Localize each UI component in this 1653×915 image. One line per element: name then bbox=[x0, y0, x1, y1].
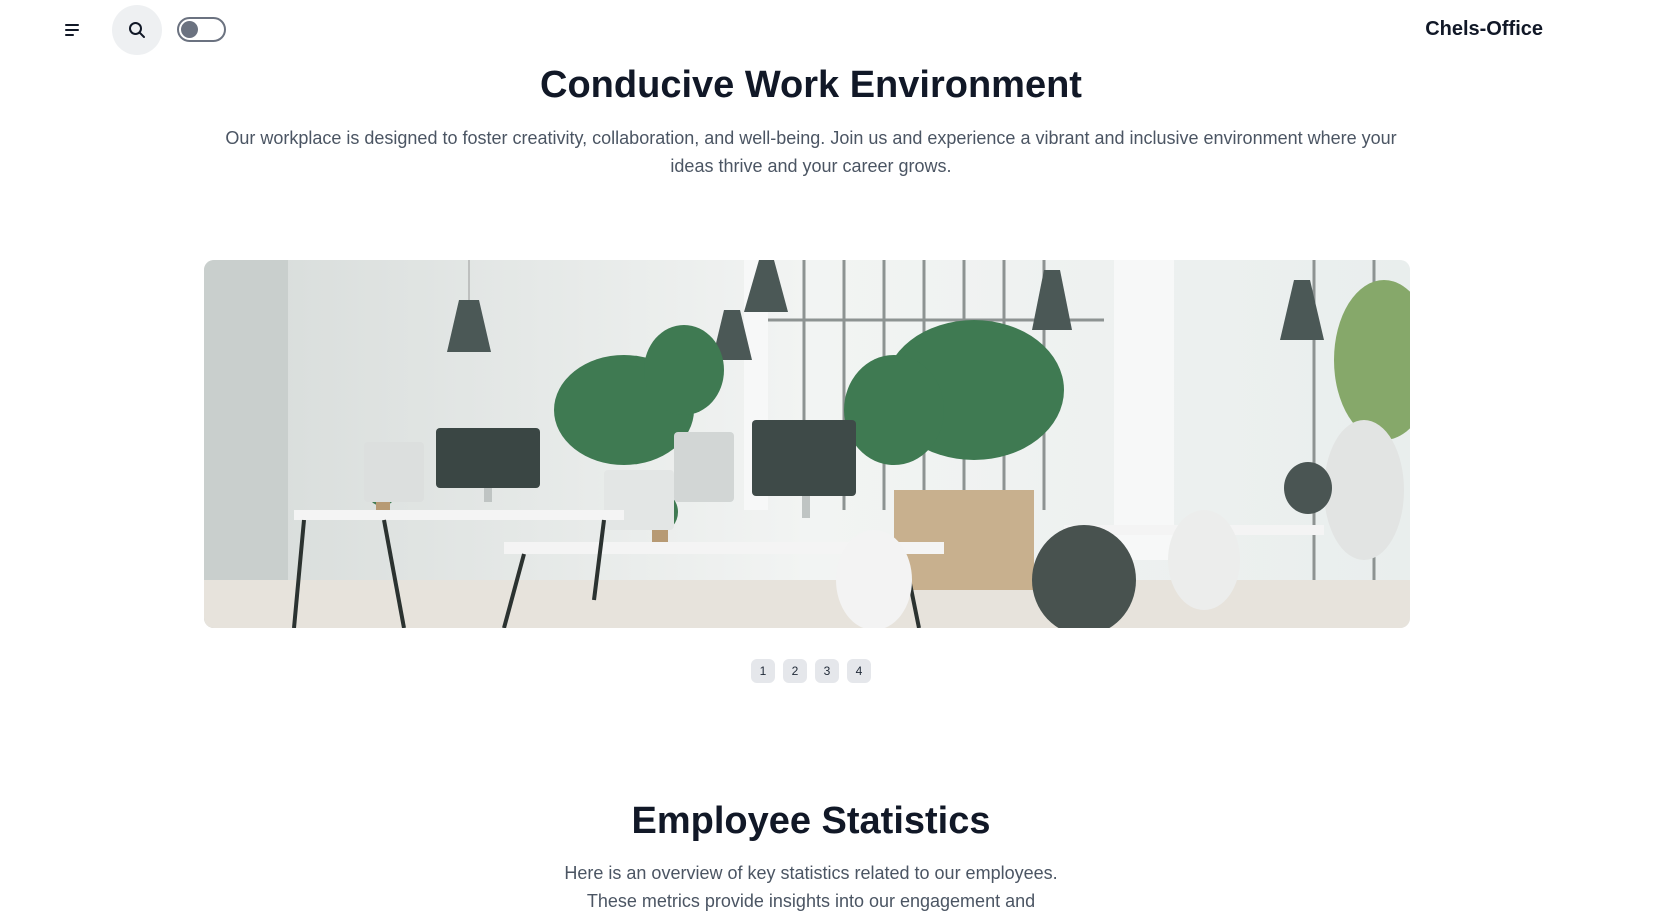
toggle-knob bbox=[181, 21, 198, 38]
carousel-indicator-2[interactable]: 2 bbox=[783, 659, 807, 683]
statistics-description: Here is an overview of key statistics re… bbox=[564, 863, 1058, 911]
theme-toggle[interactable] bbox=[177, 17, 226, 42]
office-carousel[interactable] bbox=[204, 260, 1410, 628]
carousel-indicator-4[interactable]: 4 bbox=[847, 659, 871, 683]
statistics-title: Employee Statistics bbox=[631, 800, 991, 842]
menu-icon bbox=[65, 24, 79, 36]
environment-description: Our workplace is designed to foster crea… bbox=[225, 128, 1397, 176]
search-button[interactable] bbox=[112, 5, 162, 55]
menu-button[interactable] bbox=[52, 10, 92, 50]
office-image bbox=[204, 260, 1410, 628]
navbar: Chels-Office bbox=[0, 0, 1653, 58]
search-icon bbox=[129, 22, 145, 38]
environment-title: Conducive Work Environment bbox=[540, 64, 1082, 106]
brand-logo[interactable]: Chels-Office bbox=[1425, 18, 1543, 41]
carousel-indicators: 1 2 3 4 bbox=[0, 659, 1622, 683]
carousel-indicator-1[interactable]: 1 bbox=[751, 659, 775, 683]
carousel-indicator-3[interactable]: 3 bbox=[815, 659, 839, 683]
